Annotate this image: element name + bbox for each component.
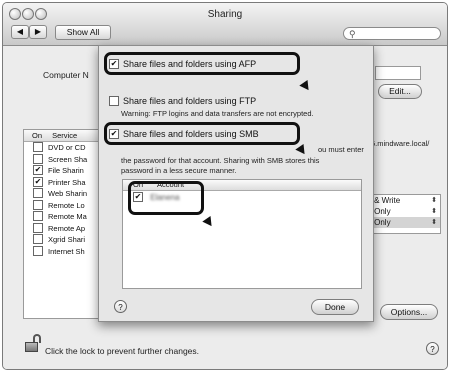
lock-text: Click the lock to prevent further change… xyxy=(45,346,200,356)
afp-highlight-box xyxy=(104,52,300,75)
help-button[interactable]: ? xyxy=(426,342,439,355)
service-label: Remote Ma xyxy=(48,212,87,221)
service-label: Web Sharin xyxy=(48,189,88,198)
updown-arrows-icon: ⬍ xyxy=(431,208,437,215)
search-field[interactable]: ⚲ xyxy=(343,27,441,40)
smb-description-fragment: ou must enter xyxy=(318,145,364,154)
service-checkbox[interactable]: ✔ xyxy=(33,176,43,187)
sharing-window: Sharing ◀ ▶ Show All ⚲ Computer N Edit..… xyxy=(2,2,448,370)
service-checkbox[interactable] xyxy=(33,245,43,256)
account-highlight-box xyxy=(128,181,204,215)
column-on: On xyxy=(32,131,43,140)
service-checkbox[interactable] xyxy=(33,188,43,199)
options-button[interactable]: Options... xyxy=(380,304,438,320)
service-checkbox[interactable] xyxy=(33,222,43,233)
updown-arrows-icon: ⬍ xyxy=(431,219,437,226)
back-button[interactable]: ◀ xyxy=(11,25,29,39)
address-text: 5.mindware.local/ xyxy=(371,139,430,148)
service-label: DVD or CD xyxy=(48,143,86,152)
edit-button[interactable]: Edit... xyxy=(378,84,422,99)
search-icon: ⚲ xyxy=(349,29,356,39)
service-checkbox[interactable] xyxy=(33,234,43,245)
back-arrow-icon: ◀ xyxy=(16,27,24,36)
forward-button[interactable]: ▶ xyxy=(29,25,47,39)
service-label: Screen Sha xyxy=(48,154,88,164)
updown-arrows-icon: ⬍ xyxy=(431,197,437,204)
service-label: File Sharin xyxy=(48,166,84,175)
service-label: Printer Sha xyxy=(48,177,86,187)
computer-name-label: Computer N xyxy=(43,70,89,80)
service-checkbox[interactable] xyxy=(33,142,43,153)
window-title: Sharing xyxy=(207,9,243,20)
service-checkbox[interactable] xyxy=(33,199,43,210)
sheet-help-button[interactable]: ? xyxy=(114,300,127,313)
ftp-label: Share files and folders using FTP xyxy=(123,96,257,106)
service-checkbox[interactable] xyxy=(33,153,43,164)
service-checkbox[interactable] xyxy=(33,211,43,222)
service-label: Xgrid Shari xyxy=(48,235,86,244)
ftp-checkbox[interactable] xyxy=(109,95,119,106)
forward-arrow-icon: ▶ xyxy=(34,27,42,36)
show-all-button[interactable]: Show All xyxy=(55,25,111,40)
service-label: Remote Lo xyxy=(48,200,85,210)
file-sharing-options-sheet: ✔ Share files and folders using AFP Share… xyxy=(98,45,374,322)
afp-pointer-arrow-icon xyxy=(299,79,313,94)
title-bar: Sharing ◀ ▶ Show All ⚲ xyxy=(3,3,447,46)
done-button[interactable]: Done xyxy=(311,299,359,315)
service-label: Remote Ap xyxy=(48,223,86,233)
ftp-option[interactable]: Share files and folders using FTP xyxy=(109,95,257,107)
smb-description-line3: password in a less secure manner. xyxy=(121,166,237,175)
ftp-warning: Warning: FTP logins and data transfers a… xyxy=(121,109,314,118)
smb-highlight-box xyxy=(104,122,300,145)
smb-description-line2: the password for that account. Sharing w… xyxy=(121,156,320,165)
computer-name-field[interactable] xyxy=(375,66,421,80)
service-checkbox[interactable]: ✔ xyxy=(33,165,43,176)
lock-icon[interactable] xyxy=(25,342,38,352)
service-label: Internet Sh xyxy=(48,246,85,256)
column-service: Service xyxy=(52,131,78,140)
